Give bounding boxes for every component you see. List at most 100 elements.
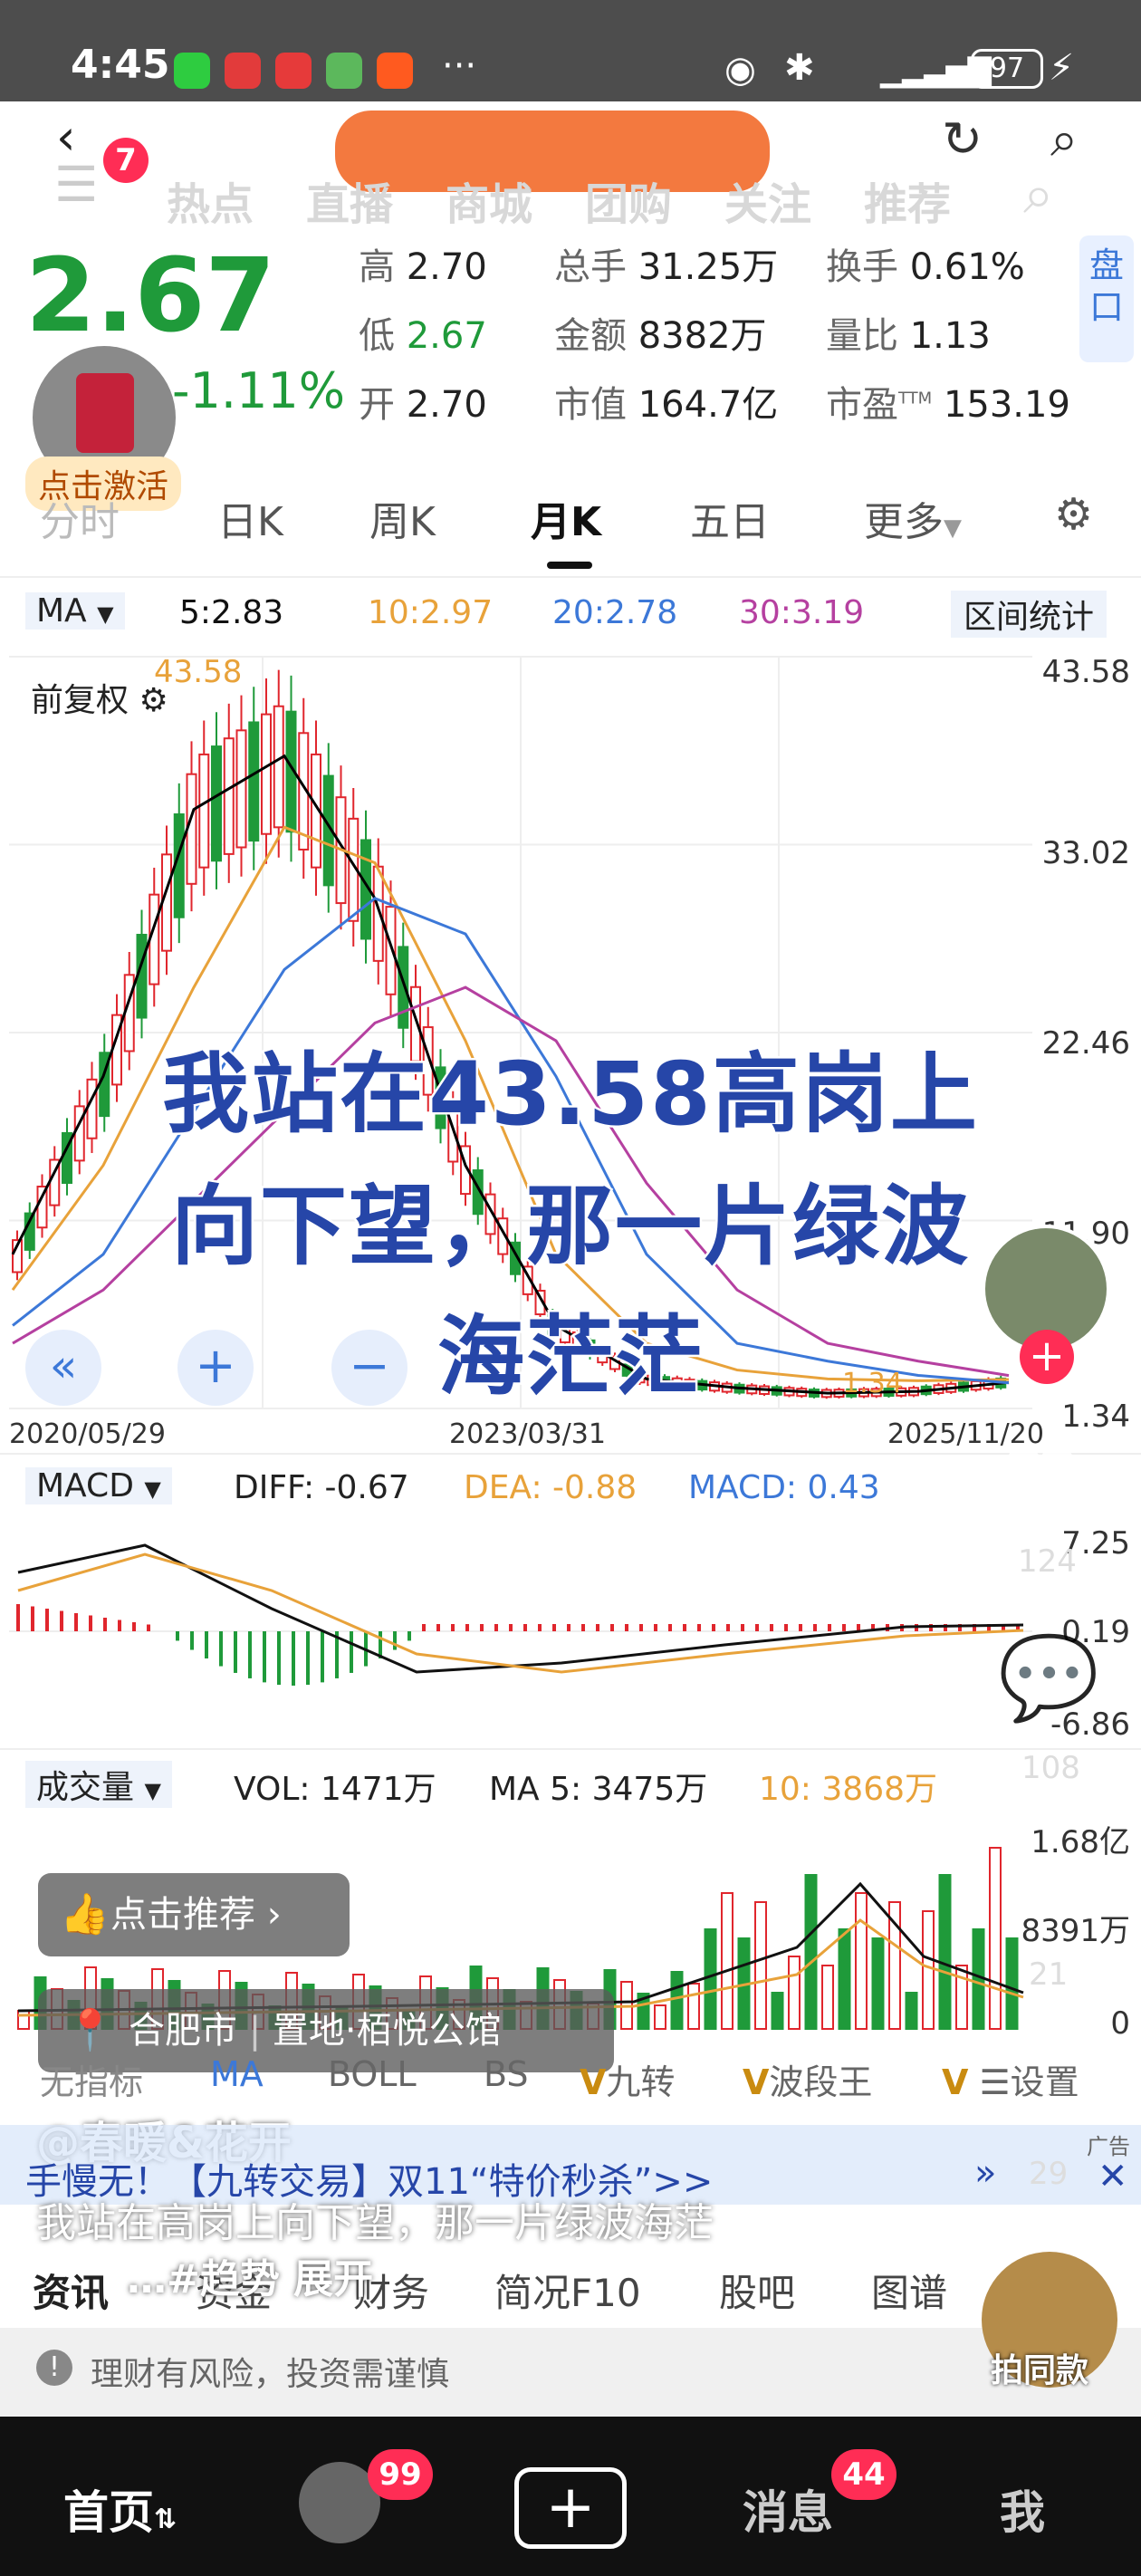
indicator-none[interactable]: 无指标 — [40, 2054, 143, 2104]
nav-tab-group[interactable]: 团购 — [585, 168, 672, 232]
search-icon[interactable]: ⌕ — [1023, 163, 1054, 226]
volume-select[interactable]: 成交量 ▼ — [25, 1761, 172, 1808]
candle — [235, 729, 247, 849]
nav-home[interactable]: 首页⇅ — [63, 2476, 177, 2542]
nav-tab-live[interactable]: 直播 — [306, 168, 393, 232]
hashtag-expand[interactable]: …#趋势 展开 — [127, 2246, 373, 2304]
volume-bar — [687, 1983, 700, 2030]
x-tick-2: 2023/03/31 — [449, 1418, 606, 1450]
nav-messages[interactable]: 消息 — [743, 2476, 833, 2542]
switch-icon: ⇅ — [154, 2504, 177, 2535]
same-style-label[interactable]: 拍同款 — [991, 2344, 1088, 2391]
star-icon[interactable]: ★ — [996, 1839, 1074, 1940]
nav-tab-hot[interactable]: 热点 — [167, 168, 254, 232]
video-caption: 我站在高岗上向下望，那一片绿波海茫 — [36, 2200, 714, 2246]
vol-label: 总手 — [554, 246, 627, 288]
close-icon[interactable]: ✕ — [1098, 2156, 1128, 2197]
nav-tab-follow[interactable]: 关注 — [724, 168, 811, 232]
order-book-toggle[interactable]: 盘口 — [1079, 235, 1134, 362]
volume-bar — [804, 1874, 818, 2030]
indicator-ma[interactable]: MA — [210, 2054, 264, 2094]
active-tab-indicator — [547, 562, 592, 569]
candle — [211, 745, 222, 862]
divider — [0, 1748, 1141, 1750]
chevron-right-icon: › — [266, 1894, 282, 1936]
nav-tab-recommend[interactable]: 推荐 — [864, 168, 951, 232]
tab-monthly-k[interactable]: 月K — [531, 489, 601, 547]
settings-gear-icon[interactable]: ⚙ — [1054, 489, 1093, 540]
comment-icon[interactable]: 💬 — [998, 1630, 1099, 1725]
chevron-down-icon: ▼ — [144, 1476, 161, 1502]
more-notifications-icon: ··· — [442, 45, 477, 87]
high-value: 2.70 — [406, 246, 487, 288]
range-stats-button[interactable]: 区间统计 — [951, 591, 1107, 638]
high-label: 高 — [359, 246, 395, 288]
tab-daily-k[interactable]: 日K — [217, 489, 283, 547]
wechat-icon — [174, 53, 210, 89]
candle — [248, 721, 260, 842]
candle — [273, 705, 284, 829]
vol-ma10: 10: 3868万 — [759, 1771, 937, 1808]
turnover-value: 0.61% — [909, 246, 1025, 288]
search-icon[interactable]: ⌕ — [1050, 111, 1078, 168]
nav-home-label: 首页 — [63, 2486, 154, 2539]
y-tick-2: 33.02 — [1041, 835, 1130, 871]
nav-tab-mall[interactable]: 商城 — [446, 168, 532, 232]
overlay-line-2: 向下望，那一片绿波 — [169, 1174, 971, 1280]
x-tick-1: 2020/05/29 — [9, 1418, 166, 1450]
share-icon[interactable]: ➦ — [996, 2056, 1064, 2151]
vol-value: 31.25万 — [638, 246, 779, 288]
create-button[interactable]: + — [514, 2467, 627, 2549]
recommend-button[interactable]: 👍 点击推荐 › — [38, 1873, 350, 1956]
volume-bar — [888, 1901, 901, 2030]
status-time: 4:45 — [71, 42, 170, 88]
tab-forum[interactable]: 股吧 — [719, 2263, 795, 2318]
volume-bar — [721, 1892, 734, 2030]
ma10-value: 10:2.97 — [368, 594, 494, 631]
menu-badge: 7 — [103, 138, 149, 183]
tab-graph[interactable]: 图谱 — [871, 2263, 947, 2318]
volume-bar — [905, 1992, 918, 2030]
ma20-value: 20:2.78 — [552, 594, 678, 631]
menu-icon[interactable]: ☰ — [54, 156, 98, 213]
tab-more[interactable]: 更多▼ — [864, 489, 962, 547]
macd-diff: DIFF: -0.67 — [234, 1469, 409, 1506]
ma-select[interactable]: MA ▼ — [25, 592, 125, 630]
low-value: 2.67 — [406, 315, 487, 357]
indicator-boll[interactable]: BOLL — [328, 2054, 417, 2094]
indicator-jiuzhuan[interactable]: V九转 — [580, 2054, 675, 2104]
overlay-line-3: 海茫茫 — [436, 1304, 705, 1410]
nav-me[interactable]: 我 — [1000, 2476, 1045, 2542]
bluetooth-icon: ✱ — [784, 47, 815, 89]
vol-ma5: MA 5: 3475万 — [489, 1771, 708, 1808]
red-envelope-icon — [76, 373, 134, 453]
tab-five-day[interactable]: 五日 — [690, 489, 770, 547]
pe-label: 市盈 — [826, 384, 898, 426]
indicator-boduan[interactable]: V波段王 — [743, 2054, 872, 2104]
location-city: 合肥市 — [129, 2010, 237, 2052]
tab-f10[interactable]: 简况F10 — [494, 2263, 641, 2318]
tab-intraday[interactable]: 分时 — [40, 489, 120, 547]
ma-select-label: MA — [36, 592, 87, 630]
tab-news[interactable]: 资讯 — [33, 2263, 109, 2318]
volume-bar — [821, 1965, 834, 2030]
follow-plus-icon[interactable]: + — [1020, 1330, 1074, 1384]
cap-label: 市值 — [554, 384, 627, 426]
macd-select[interactable]: MACD ▼ — [25, 1467, 172, 1504]
volume-bar — [771, 1992, 784, 2030]
overlay-line-1: 我站在43.58高岗上 — [160, 1042, 980, 1148]
indicator-bs[interactable]: BS — [484, 2054, 529, 2094]
location-sep: | — [248, 2010, 262, 2052]
refresh-icon[interactable]: ↻ — [942, 111, 983, 168]
indicator-boduan-label: 波段王 — [769, 2062, 873, 2102]
ratio-value: 1.13 — [909, 315, 991, 357]
tab-weekly-k[interactable]: 周K — [369, 489, 436, 547]
turnover-label: 换手 — [826, 246, 898, 288]
volume-bar — [938, 1874, 952, 2030]
adjust-select[interactable]: 前复权 ⚙ — [25, 674, 174, 721]
macd-value: MACD: 0.43 — [688, 1469, 880, 1506]
bottom-bar: 首页⇅ 99 + 消息 44 我 — [0, 2417, 1141, 2576]
ma5-value: 5:2.83 — [179, 594, 284, 631]
heart-icon[interactable]: ♥ — [1000, 1426, 1081, 1532]
battery-icon: 97 — [971, 49, 1043, 89]
